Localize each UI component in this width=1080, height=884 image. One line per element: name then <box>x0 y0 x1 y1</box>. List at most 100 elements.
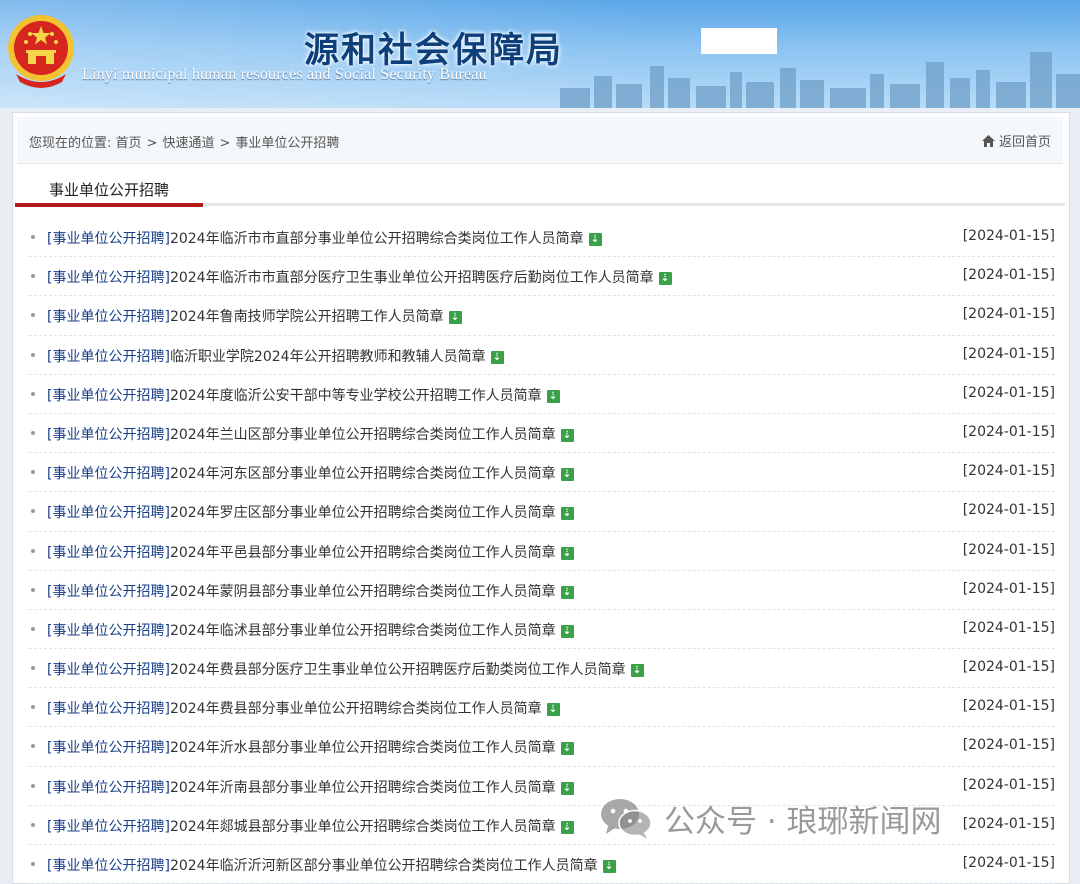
news-date: [2024-01-15] <box>962 463 1055 480</box>
new-badge-icon: ⇣ <box>448 311 462 325</box>
news-link[interactable]: [事业单位公开招聘]2024年费县部分事业单位公开招聘综合类岗位工作人员简章 ⇣ <box>47 698 560 718</box>
news-link[interactable]: [事业单位公开招聘]2024年临沂市市直部分事业单位公开招聘综合类岗位工作人员简… <box>47 228 602 248</box>
bullet-dot <box>31 509 35 514</box>
list-item: [事业单位公开招聘]临沂职业学院2024年公开招聘教师和教辅人员简章 ⇣ [2024… <box>29 336 1055 375</box>
news-date: [2024-01-15] <box>962 737 1055 754</box>
bullet-dot <box>31 822 35 827</box>
news-title: 2024年兰山区部分事业单位公开招聘综合类岗位工作人员简章 <box>169 426 556 443</box>
news-category: [事业单位公开招聘] <box>47 701 170 718</box>
list-item: [事业单位公开招聘]2024年临沭县部分事业单位公开招聘综合类岗位工作人员简章 ⇣… <box>29 610 1055 650</box>
news-link[interactable]: [事业单位公开招聘]2024年河东区部分事业单位公开招聘综合类岗位工作人员简章 ⇣ <box>47 463 574 483</box>
news-link[interactable]: [事业单位公开招聘]2024年临沂市市直部分医疗卫生事业单位公开招聘医疗后勤岗位… <box>47 267 672 287</box>
national-emblem-logo <box>8 15 74 88</box>
news-link[interactable]: [事业单位公开招聘]2024年鲁南技师学院公开招聘工作人员简章 ⇣ <box>47 306 462 326</box>
back-home-link[interactable]: 返回首页 <box>981 131 1051 150</box>
news-category: [事业单位公开招聘] <box>47 231 170 247</box>
news-link[interactable]: [事业单位公开招聘]2024年临沭县部分事业单位公开招聘综合类岗位工作人员简章 ⇣ <box>47 620 574 640</box>
list-item: [事业单位公开招聘]2024年临沂市市直部分事业单位公开招聘综合类岗位工作人员简… <box>29 218 1055 258</box>
bullet-dot <box>31 587 35 592</box>
news-date: [2024-01-15] <box>962 776 1055 793</box>
watermark-text: 公众号 · 琅琊新闻网 <box>664 803 942 840</box>
breadcrumb: 您现在的位置: 首页 > 快速通道 > 事业单位公开招聘 返回首页 <box>17 117 1063 164</box>
new-badge-icon: ⇣ <box>630 664 644 678</box>
news-title: 2024年临沂市市直部分医疗卫生事业单位公开招聘医疗后勤岗位工作人员简章 <box>169 270 654 287</box>
news-category: [事业单位公开招聘] <box>47 583 170 600</box>
breadcrumb-item-quick-access[interactable]: 快速通道 <box>162 136 214 151</box>
news-date: [2024-01-15] <box>962 502 1055 519</box>
news-date: [2024-01-15] <box>962 619 1055 636</box>
news-title: 2024年河东区部分事业单位公开招聘综合类岗位工作人员简章 <box>169 466 556 483</box>
news-link[interactable]: [事业单位公开招聘]2024年兰山区部分事业单位公开招聘综合类岗位工作人员简章 ⇣ <box>47 424 574 444</box>
site-subtitle: Linyi municipal human resources and Soci… <box>82 66 487 83</box>
new-badge-icon: ⇣ <box>560 742 574 756</box>
news-date: [2024-01-15] <box>962 855 1055 871</box>
new-badge-icon: ⇣ <box>546 703 560 717</box>
news-category: [事业单位公开招聘] <box>47 466 170 483</box>
list-item: [事业单位公开招聘]2024年河东区部分事业单位公开招聘综合类岗位工作人员简章 ⇣… <box>29 453 1055 493</box>
news-category: [事业单位公开招聘] <box>47 270 170 287</box>
blank-patch <box>701 28 777 54</box>
breadcrumb-item-current[interactable]: 事业单位公开招聘 <box>235 136 339 151</box>
news-category: [事业单位公开招聘] <box>47 740 170 757</box>
news-date: [2024-01-15] <box>962 659 1055 676</box>
list-item: [事业单位公开招聘]2024年费县部分医疗卫生事业单位公开招聘医疗后勤类岗位工作… <box>29 649 1055 689</box>
bullet-dot <box>31 783 35 788</box>
news-category: [事业单位公开招聘] <box>47 858 170 874</box>
news-link[interactable]: [事业单位公开招聘]2024年沂水县部分事业单位公开招聘综合类岗位工作人员简章 ⇣ <box>47 737 574 757</box>
breadcrumb-text: 您现在的位置: 首页 > 快速通道 > 事业单位公开招聘 <box>29 132 339 151</box>
news-link[interactable]: [事业单位公开招聘]2024年蒙阴县部分事业单位公开招聘综合类岗位工作人员简章 ⇣ <box>47 581 574 601</box>
news-title: 2024年郯城县部分事业单位公开招聘综合类岗位工作人员简章 <box>169 818 556 835</box>
bullet-dot <box>31 313 35 318</box>
new-badge-icon: ⇣ <box>490 350 504 364</box>
news-title: 2024年罗庄区部分事业单位公开招聘综合类岗位工作人员简章 <box>169 505 556 522</box>
list-item: [事业单位公开招聘]2024年临沂市市直部分医疗卫生事业单位公开招聘医疗后勤岗位… <box>29 257 1055 297</box>
bullet-dot <box>31 744 35 749</box>
new-badge-icon: ⇣ <box>560 507 574 521</box>
watermark: 公众号 · 琅琊新闻网 <box>598 794 942 842</box>
tab-active-indicator <box>15 203 203 207</box>
list-item: [事业单位公开招聘]2024年平邑县部分事业单位公开招聘综合类岗位工作人员简章 ⇣… <box>29 532 1055 571</box>
wechat-icon <box>601 799 652 839</box>
breadcrumb-item-home[interactable]: 首页 <box>116 136 142 151</box>
new-badge-icon: ⇣ <box>560 468 574 482</box>
news-date: [2024-01-15] <box>962 384 1055 401</box>
news-link[interactable]: [事业单位公开招聘]2024年郯城县部分事业单位公开招聘综合类岗位工作人员简章 ⇣ <box>47 816 574 836</box>
new-badge-icon: ⇣ <box>560 428 574 442</box>
news-link[interactable]: [事业单位公开招聘]2024年度临沂公安干部中等专业学校公开招聘工作人员简章 ⇣ <box>47 385 560 405</box>
news-link[interactable]: [事业单位公开招聘]2024年罗庄区部分事业单位公开招聘综合类岗位工作人员简章 ⇣ <box>47 502 574 522</box>
news-title: 2024年度临沂公安干部中等专业学校公开招聘工作人员简章 <box>169 387 542 404</box>
bullet-dot <box>31 626 35 631</box>
news-title: 2024年费县部分医疗卫生事业单位公开招聘医疗后勤类岗位工作人员简章 <box>169 662 626 679</box>
bullet-dot <box>31 430 35 435</box>
list-item: [事业单位公开招聘]2024年临沂沂河新区部分事业单位公开招聘综合类岗位工作人员… <box>29 845 1055 884</box>
new-badge-icon: ⇣ <box>560 820 574 834</box>
news-category: [事业单位公开招聘] <box>47 505 170 522</box>
header-banner: 源和社会保障局 Linyi municipal human resources … <box>0 0 1080 108</box>
bullet-dot <box>31 470 35 475</box>
news-link[interactable]: [事业单位公开招聘]2024年临沂沂河新区部分事业单位公开招聘综合类岗位工作人员… <box>47 855 616 875</box>
bullet-dot <box>31 666 35 671</box>
news-category: [事业单位公开招聘] <box>47 348 170 365</box>
news-link[interactable]: [事业单位公开招聘]临沂职业学院2024年公开招聘教师和教辅人员简章 ⇣ <box>47 346 504 366</box>
news-title: 2024年鲁南技师学院公开招聘工作人员简章 <box>169 309 444 326</box>
news-title: 2024年沂水县部分事业单位公开招聘综合类岗位工作人员简章 <box>169 740 556 757</box>
bullet-dot <box>31 352 35 357</box>
tab-recruitment[interactable]: 事业单位公开招聘 <box>49 179 169 200</box>
news-title: 2024年临沂沂河新区部分事业单位公开招聘综合类岗位工作人员简章 <box>169 858 598 874</box>
bullet-dot <box>31 705 35 710</box>
breadcrumb-separator: > <box>219 136 231 151</box>
news-title: 2024年平邑县部分事业单位公开招聘综合类岗位工作人员简章 <box>169 544 556 561</box>
news-category: [事业单位公开招聘] <box>47 309 170 326</box>
news-link[interactable]: [事业单位公开招聘]2024年沂南县部分事业单位公开招聘综合类岗位工作人员简章 ⇣ <box>47 777 574 797</box>
news-category: [事业单位公开招聘] <box>47 779 170 796</box>
list-item: [事业单位公开招聘]2024年费县部分事业单位公开招聘综合类岗位工作人员简章 ⇣[… <box>29 688 1055 728</box>
news-category: [事业单位公开招聘] <box>47 426 170 443</box>
news-date: [2024-01-15] <box>962 698 1055 715</box>
news-link[interactable]: [事业单位公开招聘]2024年平邑县部分事业单位公开招聘综合类岗位工作人员简章 ⇣ <box>47 542 574 562</box>
new-badge-icon: ⇣ <box>560 624 574 638</box>
news-link[interactable]: [事业单位公开招聘]2024年费县部分医疗卫生事业单位公开招聘医疗后勤类岗位工作… <box>47 659 644 679</box>
news-category: [事业单位公开招聘] <box>47 387 170 404</box>
news-date: [2024-01-15] <box>962 423 1055 440</box>
bullet-dot <box>31 548 35 553</box>
city-skyline-image <box>560 52 1080 108</box>
